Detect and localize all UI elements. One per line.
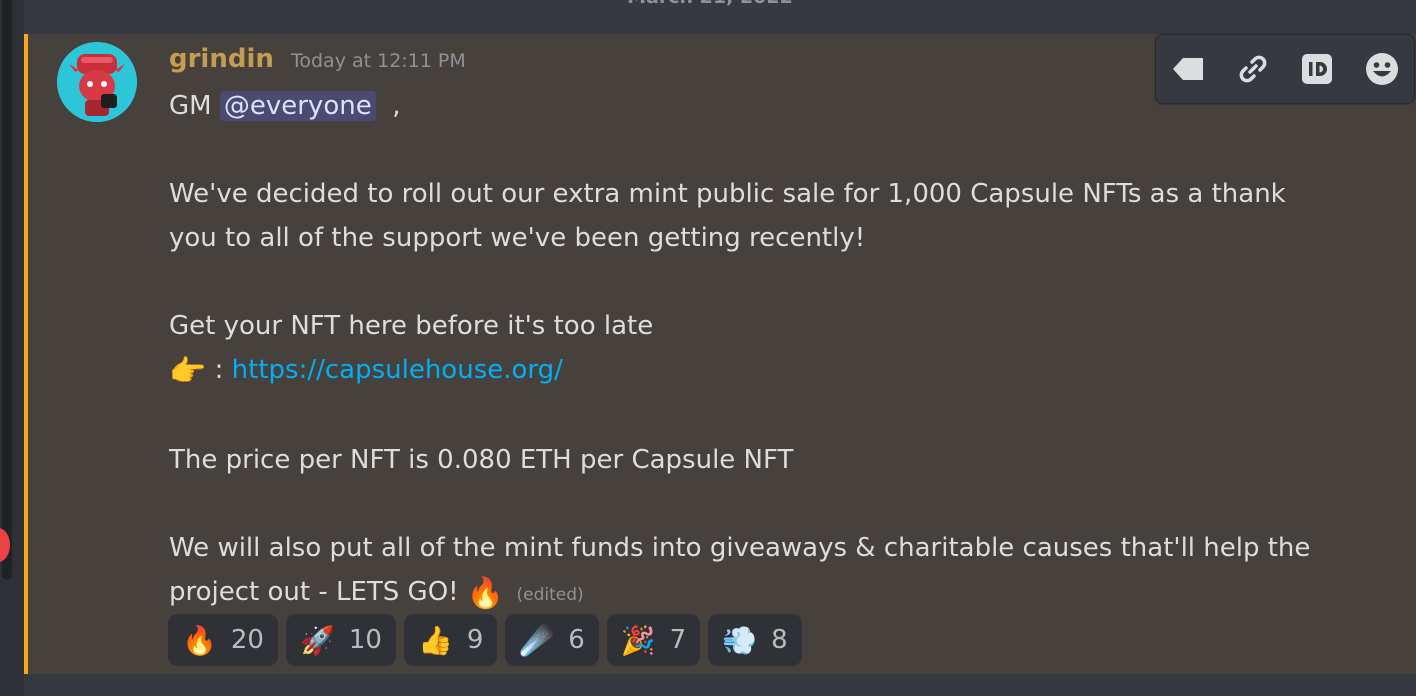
channel-sidebar-edge [0,0,24,696]
dash-icon: 💨 [722,623,758,657]
everyone-mention[interactable]: @everyone [219,91,376,121]
message-content: GM @everyone , We've decided to roll out… [169,84,1329,617]
mention-highlight-bar [24,34,28,674]
greeting-suffix: , [392,91,401,121]
paragraph-funds: We will also put all of the mint funds i… [169,526,1329,617]
thumbs-up-icon: 👍 [417,623,453,657]
reaction-thumbs-up[interactable]: 👍 9 [403,614,498,666]
message-actions-toolbar [1155,34,1415,104]
link-line: 👉 : https://capsulehouse.org/ [169,348,1329,394]
add-reaction-button[interactable] [1360,47,1404,91]
reaction-count: 7 [669,625,687,655]
link-prefix: : [214,355,224,385]
tag-icon [1173,58,1204,80]
id-icon [1302,54,1333,84]
copy-id-button[interactable] [1295,47,1339,91]
fire-icon: 🔥 [466,576,505,611]
reaction-count: 20 [230,625,264,655]
username[interactable]: grindin [169,44,274,74]
reaction-comet[interactable]: ☄️ 6 [505,614,599,666]
chat-bottom-area [24,674,1416,696]
reaction-party-popper[interactable]: 🎉 7 [606,614,701,666]
pointing-finger-icon: 👉 [169,354,207,389]
greeting-text: GM [169,91,212,121]
reaction-count: 6 [568,625,585,655]
funds-text: We will also put all of the mint funds i… [169,533,1311,607]
reaction-fire[interactable]: 🔥 20 [168,614,278,666]
paragraph-announcement: We've decided to roll out our extra mint… [169,179,1286,253]
reaction-count: 9 [466,625,484,655]
reactions-bar: 🔥 20 🚀 10 👍 9 ☄️ 6 🎉 7 💨 8 [168,614,802,666]
tag-button[interactable] [1166,47,1210,91]
copy-link-button[interactable] [1231,47,1275,91]
date-divider: March 21, 2022 [560,0,860,8]
capsule-link[interactable]: https://capsulehouse.org/ [232,355,563,385]
fire-icon: 🔥 [182,623,217,657]
message-header: grindin Today at 12:11 PM [169,44,466,74]
scrollbar[interactable] [2,0,12,580]
comet-icon: ☄️ [519,623,555,657]
rocket-icon: 🚀 [299,623,335,657]
paragraph-cta: Get your NFT here before it's too late [169,311,654,341]
reaction-count: 10 [348,625,382,655]
reaction-dash[interactable]: 💨 8 [708,614,802,666]
timestamp[interactable]: Today at 12:11 PM [291,50,466,72]
smile-icon [1365,53,1398,85]
reaction-count: 8 [771,625,788,655]
link-icon [1239,55,1267,83]
paragraph-price: The price per NFT is 0.080 ETH per Capsu… [169,445,794,475]
avatar[interactable] [57,42,137,122]
message-item: grindin Today at 12:11 PM GM @everyone ,… [24,34,1416,674]
reaction-rocket[interactable]: 🚀 10 [285,614,396,666]
party-popper-icon: 🎉 [620,623,656,657]
edited-label: (edited) [516,585,584,605]
